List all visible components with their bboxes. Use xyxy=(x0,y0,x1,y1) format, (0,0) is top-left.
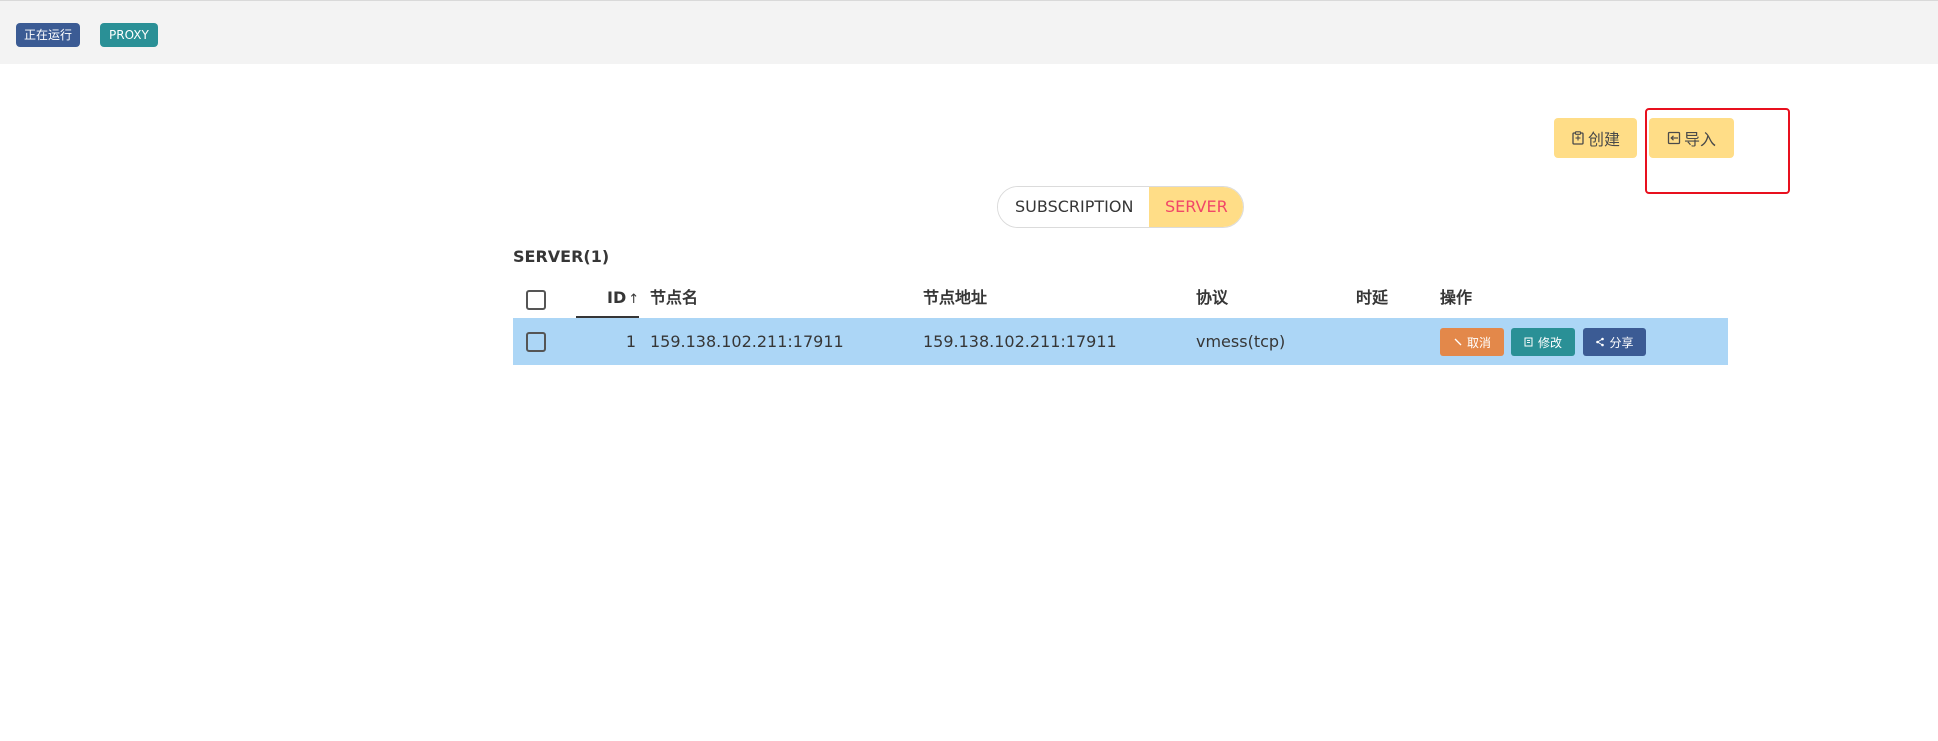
column-header-name[interactable]: 节点名 xyxy=(650,280,698,316)
highlight-annotation-box xyxy=(1645,108,1790,194)
share-icon xyxy=(1596,337,1605,347)
running-status-tag[interactable]: 正在运行 xyxy=(16,23,81,47)
table-row[interactable]: 1 159.138.102.211:17911 159.138.102.211:… xyxy=(513,318,1728,365)
select-all-checkbox[interactable] xyxy=(526,290,546,310)
edit-button-label: 修改 xyxy=(1537,335,1562,350)
create-button-label: 创建 xyxy=(1587,130,1620,149)
column-header-operations: 操作 xyxy=(1440,288,1473,307)
cancel-button[interactable]: 取消 xyxy=(1440,328,1504,356)
row-node-name: 159.138.102.211:17911 xyxy=(650,332,844,351)
share-button[interactable]: 分享 xyxy=(1583,328,1646,356)
clipboard-icon xyxy=(1572,131,1584,145)
cancel-button-label: 取消 xyxy=(1466,335,1491,350)
tab-server[interactable]: SERVER xyxy=(1149,187,1243,227)
view-switch: SUBSCRIPTION SERVER xyxy=(997,186,1244,228)
server-table: ID ↑ 节点名 节点地址 协议 时延 操作 1 159.138.102.211:… xyxy=(513,280,1728,365)
tab-subscription[interactable]: SUBSCRIPTION xyxy=(998,187,1149,227)
column-header-address[interactable]: 节点地址 xyxy=(923,280,987,316)
edit-icon xyxy=(1524,337,1533,347)
column-header-id-label: ID xyxy=(607,288,627,307)
column-header-id[interactable]: ID ↑ xyxy=(607,280,639,318)
edit-button[interactable]: 修改 xyxy=(1511,328,1575,356)
row-checkbox[interactable] xyxy=(526,332,546,352)
share-button-label: 分享 xyxy=(1609,335,1634,350)
row-protocol: vmess(tcp) xyxy=(1196,332,1286,351)
server-section-title: SERVER(1) xyxy=(513,247,610,266)
row-id: 1 xyxy=(625,332,636,351)
column-header-latency[interactable]: 时延 xyxy=(1356,280,1388,316)
table-header: ID ↑ 节点名 节点地址 协议 时延 操作 xyxy=(513,280,1728,318)
create-button[interactable]: 创建 xyxy=(1554,118,1637,158)
unlink-icon xyxy=(1454,338,1462,346)
row-node-address: 159.138.102.211:17911 xyxy=(923,332,1117,351)
sort-ascending-icon: ↑ xyxy=(628,292,640,307)
status-bar: 正在运行 PROXY xyxy=(0,0,1938,64)
column-header-protocol[interactable]: 协议 xyxy=(1196,280,1228,316)
proxy-mode-tag[interactable]: PROXY xyxy=(100,23,158,47)
